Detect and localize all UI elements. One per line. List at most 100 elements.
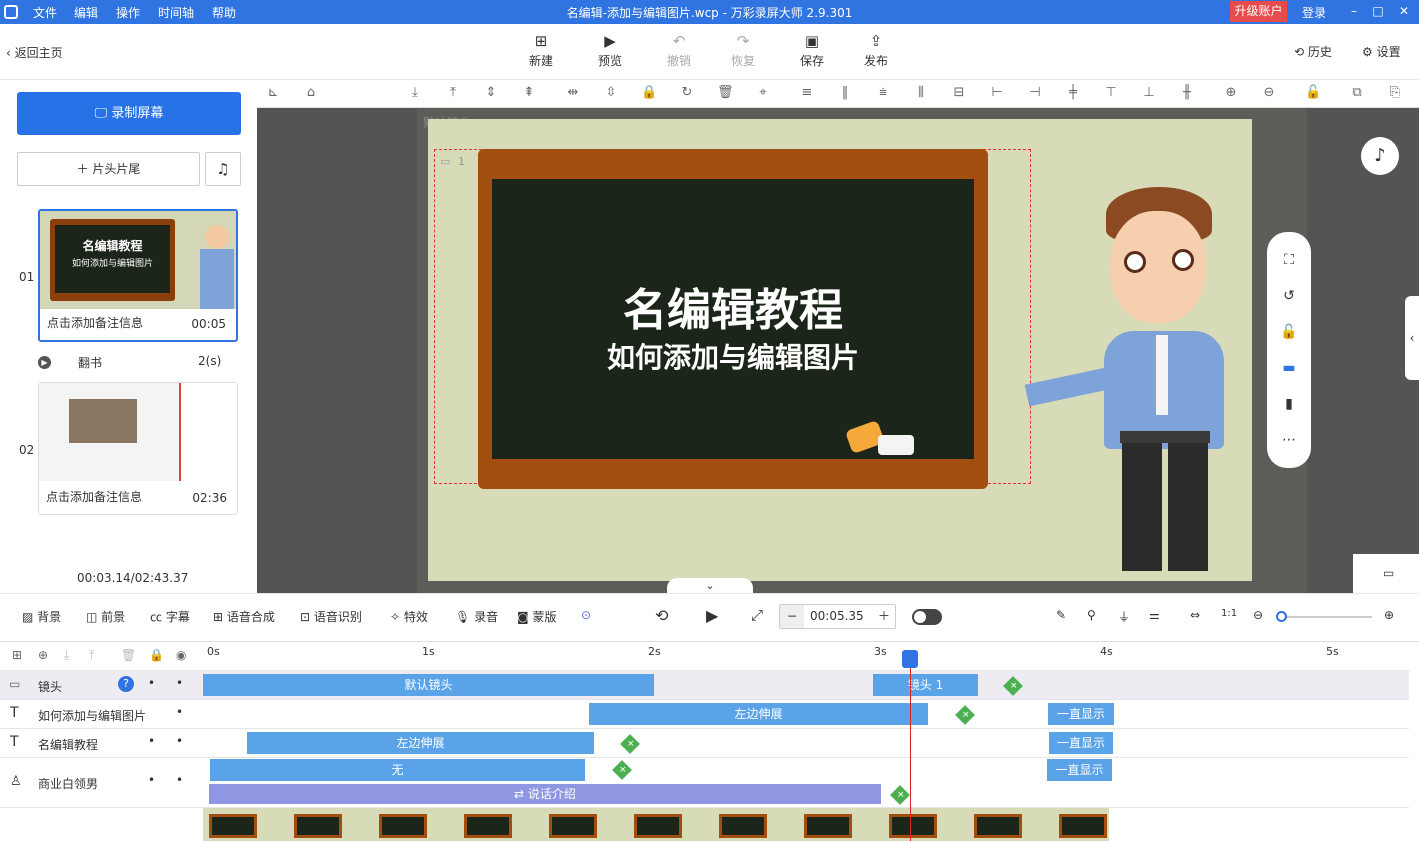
rotate-icon[interactable]: ↻ xyxy=(679,85,695,101)
exit-bar[interactable]: 一直显示 xyxy=(1048,703,1114,725)
eye-icon[interactable]: ◉ xyxy=(176,648,186,662)
zoom-slider[interactable] xyxy=(1276,611,1372,622)
track-dot[interactable]: • xyxy=(148,734,155,748)
align-right-icon[interactable]: ⊣ xyxy=(1027,85,1043,101)
flip-v-icon[interactable]: ⇳ xyxy=(603,85,619,101)
rotate-view-icon[interactable]: ↺ xyxy=(1279,288,1299,308)
mini-preview[interactable]: ▭ xyxy=(1353,554,1419,593)
add-layer-icon[interactable]: ⊕ xyxy=(38,648,48,662)
portrait-icon[interactable]: ▮ xyxy=(1279,396,1299,416)
board-subtitle[interactable]: 如何添加与编辑图片 xyxy=(492,336,974,376)
action-bar[interactable]: ⇄ 说话介绍 xyxy=(209,784,881,804)
edit-icon[interactable]: ✎ xyxy=(1056,608,1066,622)
slide-caption[interactable]: 点击添加备注信息 xyxy=(47,314,143,331)
rewind-icon[interactable]: ⟲ xyxy=(655,606,668,625)
track-dot[interactable]: • xyxy=(148,676,155,690)
upgrade-button[interactable]: 升级账户 xyxy=(1230,1,1287,22)
ruler-icon[interactable]: ⊾ xyxy=(265,85,281,101)
background-button[interactable]: ▨ 背景 xyxy=(22,608,61,625)
distribute-v-icon[interactable]: ⫼ xyxy=(913,85,929,101)
record-screen-button[interactable]: 🖵 录制屏幕 xyxy=(17,92,241,135)
move-down-icon[interactable]: ⤓ xyxy=(64,648,69,663)
zoom-in-circle-icon[interactable]: ⊕ xyxy=(1384,608,1394,622)
lens-bar[interactable]: 默认镜头 xyxy=(203,674,654,696)
add-keyframe-icon[interactable]: + xyxy=(890,785,910,805)
redo-button[interactable]: ↷ 恢复 xyxy=(718,32,768,69)
maximize-icon[interactable]: □ xyxy=(1370,3,1386,19)
ratio-icon[interactable]: 1:1 xyxy=(1221,608,1237,619)
sliders-icon[interactable]: ⚌ xyxy=(1149,608,1160,622)
center-v-icon[interactable]: ╫ xyxy=(1179,85,1195,101)
add-keyframe-icon[interactable]: + xyxy=(620,734,640,754)
tts-button[interactable]: ⊞ 语音合成 xyxy=(213,608,275,625)
align-up-icon[interactable]: ⇞ xyxy=(521,85,537,101)
slide-caption[interactable]: 点击添加备注信息 xyxy=(46,488,142,505)
fit-screen-icon[interactable]: ⛶ xyxy=(1279,252,1299,272)
align-middle-icon[interactable]: ⇕ xyxy=(483,85,499,101)
minimize-icon[interactable]: – xyxy=(1346,3,1362,19)
trash-icon[interactable]: 🗑 xyxy=(717,85,734,101)
align-col-icon[interactable]: ‖ xyxy=(837,85,853,101)
music-circle-button[interactable]: ♪ xyxy=(1361,137,1399,175)
toggle-switch[interactable] xyxy=(912,609,942,625)
paste-icon[interactable]: ⎘ xyxy=(1387,85,1403,101)
align-h-icon[interactable]: ≡ xyxy=(799,85,815,101)
target-icon[interactable]: ⌖ xyxy=(755,85,771,101)
history-button[interactable]: ⟲ 历史 xyxy=(1294,43,1332,60)
title-tail-button[interactable]: ＋ 片头片尾 xyxy=(17,152,200,186)
music-button[interactable]: ♫ xyxy=(205,152,241,186)
split-icon[interactable]: ⚲ xyxy=(1087,608,1096,622)
slide-thumbnail-2[interactable]: 点击添加备注信息 02:36 xyxy=(38,382,238,515)
home-icon[interactable]: ⌂ xyxy=(303,85,319,101)
login-button[interactable]: 登录 xyxy=(1302,4,1326,21)
animation-bar[interactable]: 左边伸展 xyxy=(589,703,928,725)
menu-operate[interactable]: 操作 xyxy=(116,4,140,21)
unlock-icon[interactable]: 🔓 xyxy=(1305,85,1321,101)
zoom-out-icon[interactable]: ⊖ xyxy=(1261,85,1277,101)
playhead[interactable] xyxy=(910,656,911,841)
undo-button[interactable]: ↶ 撤销 xyxy=(654,32,704,69)
track-dot[interactable]: • xyxy=(176,676,183,690)
subtitle-button[interactable]: ㏄ 字幕 xyxy=(150,608,190,625)
publish-button[interactable]: ⇪ 发布 xyxy=(851,32,901,69)
board-title[interactable]: 名编辑教程 xyxy=(492,274,974,338)
blackboard[interactable]: 名编辑教程 如何添加与编辑图片 xyxy=(478,149,988,489)
transition-row[interactable]: ▶ 翻书 2(s) xyxy=(38,354,238,374)
more-tools-icon[interactable]: ⊙ xyxy=(581,608,591,622)
copy-icon[interactable]: ⧉ xyxy=(1349,85,1365,101)
track-dot[interactable]: • xyxy=(148,773,155,787)
help-icon[interactable]: ? xyxy=(118,676,134,692)
menu-timeline[interactable]: 时间轴 xyxy=(158,4,194,21)
time-ruler[interactable]: 0s 1s 2s 3s 4s 5s xyxy=(203,642,1409,671)
time-stepper[interactable]: − 00:05.35 ＋ xyxy=(779,604,896,629)
menu-help[interactable]: 帮助 xyxy=(212,4,236,21)
add-keyframe-icon[interactable]: + xyxy=(955,705,975,725)
track-dot[interactable]: • xyxy=(176,705,183,719)
lock-icon[interactable]: 🔒 xyxy=(641,85,657,101)
fit-width-icon[interactable]: ⇔ xyxy=(1190,608,1200,622)
save-button[interactable]: ▣ 保存 xyxy=(787,32,837,69)
plus-icon[interactable]: ＋ xyxy=(873,605,895,628)
center-icon[interactable]: ╪ xyxy=(1065,85,1081,101)
move-up-icon[interactable]: ⤒ xyxy=(89,648,94,663)
side-collapse-handle[interactable]: ‹ xyxy=(1405,296,1419,380)
foreground-button[interactable]: ◫ 前景 xyxy=(86,608,125,625)
animation-bar[interactable]: 无 xyxy=(210,759,585,781)
play-button-icon[interactable]: ▶ xyxy=(706,606,718,625)
lens-bar[interactable]: 镜头 1 xyxy=(873,674,978,696)
lock-view-icon[interactable]: 🔓 xyxy=(1279,324,1299,344)
distribute-h-icon[interactable]: ⊟ xyxy=(951,85,967,101)
align-left-icon[interactable]: ⊢ xyxy=(989,85,1005,101)
close-icon[interactable]: ✕ xyxy=(1396,3,1412,19)
add-keyframe-icon[interactable]: + xyxy=(1003,676,1023,696)
back-home-button[interactable]: ‹ 返回主页 xyxy=(6,44,63,61)
exit-bar[interactable]: 一直显示 xyxy=(1049,732,1113,754)
delete-track-icon[interactable]: 🗑 xyxy=(121,648,136,662)
menu-file[interactable]: 文件 xyxy=(33,4,57,21)
asr-button[interactable]: ⊡ 语音识别 xyxy=(300,608,362,625)
lock-track-icon[interactable]: 🔒 xyxy=(149,648,164,662)
distribute-icon[interactable]: ⩧ xyxy=(875,85,891,101)
landscape-icon[interactable]: ▬ xyxy=(1279,360,1299,380)
more-icon[interactable]: ⋯ xyxy=(1279,432,1299,452)
settings-button[interactable]: ⚙ 设置 xyxy=(1362,43,1401,60)
